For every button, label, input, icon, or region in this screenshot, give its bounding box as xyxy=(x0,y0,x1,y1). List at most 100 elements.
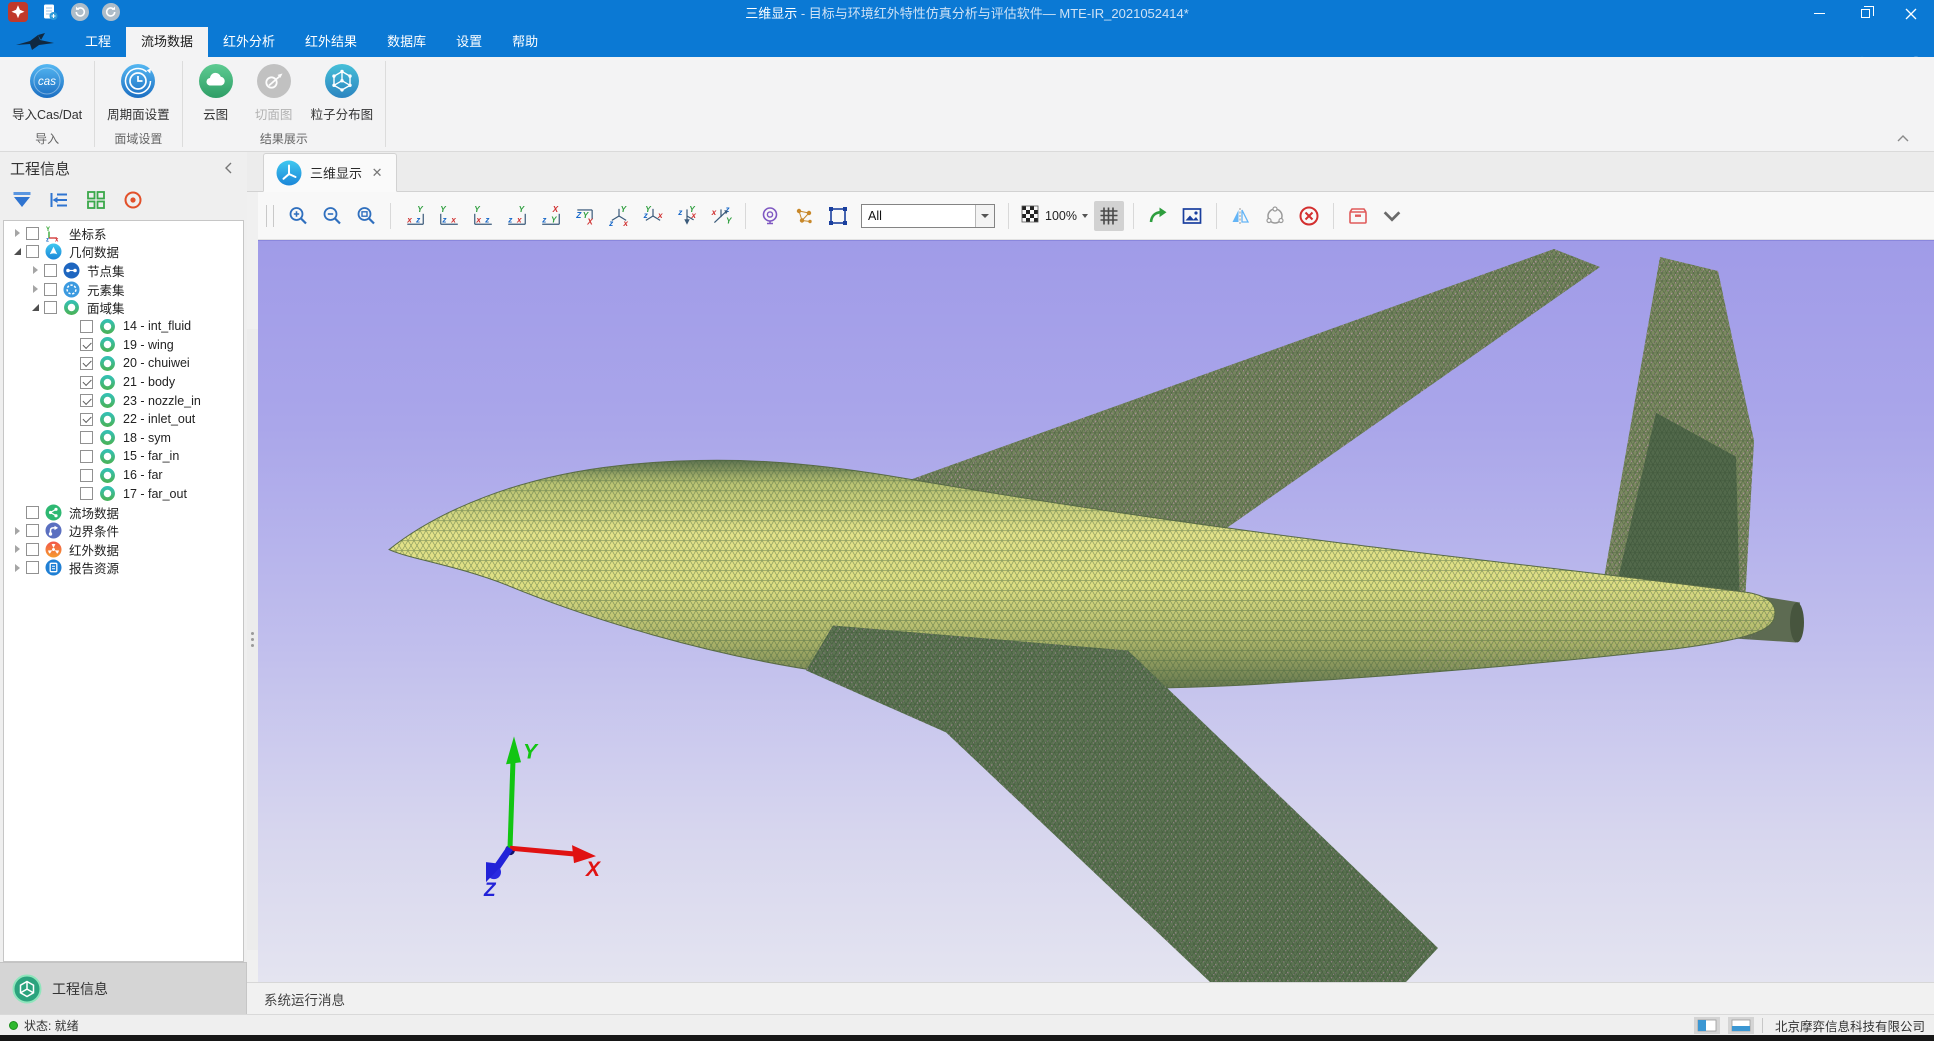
tree-item-10[interactable]: 22 - inlet_out xyxy=(4,410,243,429)
tree-item-12[interactable]: 15 - far_in xyxy=(4,447,243,466)
tree-checkbox[interactable] xyxy=(80,357,93,370)
particles-button[interactable] xyxy=(789,201,819,231)
tree-item-16[interactable]: 边界条件 xyxy=(4,522,243,541)
view-front-button[interactable]: xzY xyxy=(400,201,430,231)
view-left-button[interactable]: xzY xyxy=(468,201,498,231)
iso-view-2-button[interactable]: Yxz xyxy=(638,201,668,231)
panel-bottom-tab[interactable]: 工程信息 xyxy=(0,962,247,1014)
combo-dropdown-button[interactable] xyxy=(975,205,994,227)
tree-checkbox[interactable] xyxy=(80,338,93,351)
tree-item-13[interactable]: 16 - far xyxy=(4,466,243,485)
tree-checkbox[interactable] xyxy=(26,227,39,240)
tree-expander[interactable] xyxy=(10,245,24,259)
contour-button[interactable]: 云图 xyxy=(187,63,245,123)
tree-item-0[interactable]: Yzx坐标系 xyxy=(4,224,243,243)
tree-expander[interactable] xyxy=(10,542,24,556)
projection-button[interactable] xyxy=(755,201,785,231)
tree-checkbox[interactable] xyxy=(80,431,93,444)
layout-bottom-button[interactable] xyxy=(1728,1017,1754,1034)
menu-item-0[interactable]: 工程 xyxy=(70,27,126,57)
tree-checkbox[interactable] xyxy=(44,283,57,296)
tree-checkbox[interactable] xyxy=(80,469,93,482)
tree-expander[interactable] xyxy=(28,301,42,315)
import-cas-dat-button[interactable]: cas导入Cas/Dat xyxy=(4,63,90,123)
collapse-all-button[interactable] xyxy=(47,189,71,213)
menu-item-1[interactable]: 流场数据 xyxy=(126,27,208,57)
tree-checkbox[interactable] xyxy=(80,320,93,333)
minimize-button[interactable] xyxy=(1796,0,1842,27)
view-right-button[interactable]: zxY xyxy=(502,201,532,231)
undo-button[interactable] xyxy=(70,3,90,23)
layout-left-button[interactable] xyxy=(1694,1017,1720,1034)
view-top-button[interactable]: zYX xyxy=(536,201,566,231)
opacity-zoom-control[interactable]: 100% xyxy=(1020,204,1088,227)
tree-checkbox[interactable] xyxy=(26,561,39,574)
tree-checkbox[interactable] xyxy=(44,301,57,314)
tree-item-15[interactable]: 流场数据 xyxy=(4,503,243,522)
dropdown-chevron-button[interactable] xyxy=(1377,201,1407,231)
iso-view-3-button[interactable]: zYx xyxy=(672,201,702,231)
zoom-in-button[interactable] xyxy=(283,201,313,231)
slice-button[interactable]: 切面图 xyxy=(245,63,303,123)
3d-canvas[interactable]: Y X Z xyxy=(258,240,1934,982)
export-button[interactable] xyxy=(1143,201,1173,231)
tree-expander[interactable] xyxy=(10,524,24,538)
tree-item-5[interactable]: 14 - int_fluid xyxy=(4,317,243,336)
tree-item-9[interactable]: 23 - nozzle_in xyxy=(4,391,243,410)
tree-item-2[interactable]: 节点集 xyxy=(4,261,243,280)
package-button[interactable] xyxy=(1343,201,1373,231)
tree-item-14[interactable]: 17 - far_out xyxy=(4,484,243,503)
tree-expander[interactable] xyxy=(28,282,42,296)
ribbon-collapse-button[interactable] xyxy=(1894,132,1912,146)
snapshot-button[interactable] xyxy=(1177,201,1207,231)
restore-button[interactable] xyxy=(1842,0,1888,27)
tree-checkbox[interactable] xyxy=(26,524,39,537)
tree-checkbox[interactable] xyxy=(80,376,93,389)
tree-checkbox[interactable] xyxy=(80,450,93,463)
tab-3d-view[interactable]: 三维显示 ✕ xyxy=(263,153,397,192)
tree-item-11[interactable]: 18 - sym xyxy=(4,429,243,448)
zoom-fit-button[interactable] xyxy=(351,201,381,231)
menu-item-6[interactable]: 帮助 xyxy=(497,27,553,57)
tree-item-4[interactable]: 面域集 xyxy=(4,298,243,317)
toolbar-drag-handle[interactable] xyxy=(266,205,274,227)
close-button[interactable] xyxy=(1888,0,1934,27)
menu-item-2[interactable]: 红外分析 xyxy=(208,27,290,57)
surface-filter-combo[interactable]: All xyxy=(861,204,995,228)
box-select-button[interactable] xyxy=(823,201,853,231)
tree-item-17[interactable]: 红外数据 xyxy=(4,540,243,559)
panel-collapse-button[interactable] xyxy=(219,159,237,177)
clear-button[interactable] xyxy=(1294,201,1324,231)
tree-expander[interactable] xyxy=(10,561,24,575)
view-bottom-button[interactable]: ZYX xyxy=(570,201,600,231)
tree-checkbox[interactable] xyxy=(80,487,93,500)
lasso-button[interactable] xyxy=(1260,201,1290,231)
tree-checkbox[interactable] xyxy=(26,543,39,556)
menu-item-4[interactable]: 数据库 xyxy=(372,27,441,57)
menu-item-5[interactable]: 设置 xyxy=(441,27,497,57)
tree-checkbox[interactable] xyxy=(26,506,39,519)
iso-view-1-button[interactable]: Yxz xyxy=(604,201,634,231)
tree-item-6[interactable]: 19 - wing xyxy=(4,336,243,355)
view-back-button[interactable]: zxY xyxy=(434,201,464,231)
iso-view-4-button[interactable]: xYz xyxy=(706,201,736,231)
tree-item-3[interactable]: 元素集 xyxy=(4,280,243,299)
tree-item-7[interactable]: 20 - chuiwei xyxy=(4,354,243,373)
locate-button[interactable] xyxy=(121,189,145,213)
tree-expander[interactable] xyxy=(10,226,24,240)
tree-checkbox[interactable] xyxy=(26,245,39,258)
redo-button[interactable] xyxy=(101,3,121,23)
group-view-button[interactable] xyxy=(84,189,108,213)
app-logo-button[interactable] xyxy=(8,3,28,23)
tree-item-8[interactable]: 21 - body xyxy=(4,373,243,392)
tree-checkbox[interactable] xyxy=(80,394,93,407)
tree-checkbox[interactable] xyxy=(44,264,57,277)
zoom-out-button[interactable] xyxy=(317,201,347,231)
mesh-toggle-button[interactable] xyxy=(1094,201,1124,231)
filter-button[interactable] xyxy=(10,189,34,213)
tree-expander[interactable] xyxy=(28,263,42,277)
tab-close-icon[interactable]: ✕ xyxy=(370,165,384,181)
periodic-face-button[interactable]: 周期面设置 xyxy=(99,63,178,123)
menu-item-3[interactable]: 红外结果 xyxy=(290,27,372,57)
new-document-button[interactable] xyxy=(39,3,59,23)
